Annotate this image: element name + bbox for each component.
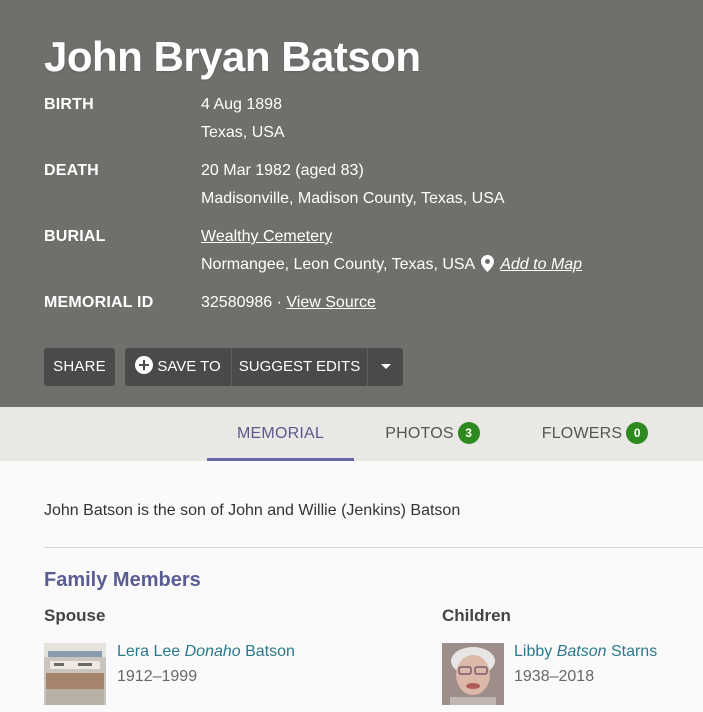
death-value: 20 Mar 1982 (aged 83) Madisonville, Madi… [201,157,505,213]
spouse-name-link[interactable]: Lera Lee Donaho Batson [117,643,295,661]
spouse-dates: 1912–1999 [117,668,198,685]
memorial-id-label: MEMORIAL ID [44,294,154,311]
child-name-link[interactable]: Libby Batson Starns [514,643,657,661]
photos-count-badge: 3 [457,422,480,444]
birth-place: Texas, USA [201,124,285,141]
cemetery-link[interactable]: Wealthy Cemetery [201,228,332,245]
tab-photos-label: PHOTOS [385,425,454,442]
tab-memorial[interactable]: MEMORIAL [207,407,354,461]
share-button[interactable]: SHARE [44,348,115,386]
burial-value: Wealthy Cemetery Normangee, Leon County,… [201,223,582,282]
death-date: 20 Mar 1982 (aged 83) [201,162,364,179]
view-source-link[interactable]: View Source [286,294,376,311]
flowers-count-badge: 0 [626,422,649,444]
memorial-header: John Bryan Batson BIRTH 4 Aug 1898 Texas… [0,0,703,407]
save-to-button[interactable]: SAVE TO [125,348,231,386]
birth-label: BIRTH [44,96,94,113]
child-maiden-name: Batson [556,643,607,660]
birth-value: 4 Aug 1898 Texas, USA [201,91,285,147]
child-last-name: Starns [606,643,658,660]
tab-memorial-label: MEMORIAL [237,425,324,442]
child-first-name: Libby [514,643,557,660]
spouse-maiden-name: Donaho [184,643,241,660]
death-place: Madisonville, Madison County, Texas, USA [201,190,505,207]
child-photo[interactable] [442,643,504,705]
tab-flowers[interactable]: FLOWERS 0 [530,407,660,461]
family-members-heading: Family Members [44,569,201,591]
bio-text: John Batson is the son of John and Willi… [44,502,461,519]
add-to-map-link[interactable]: Add to Map [500,256,582,273]
memorial-name: John Bryan Batson [44,33,421,80]
map-pin-icon [481,254,495,282]
burial-place: Normangee, Leon County, Texas, USA [201,256,476,273]
section-divider [44,547,703,548]
more-actions-dropdown[interactable] [367,348,403,386]
plus-circle-icon [135,356,154,374]
birth-date: 4 Aug 1898 [201,96,282,113]
memorial-tabs: MEMORIAL PHOTOS 3 FLOWERS 0 [0,407,703,461]
death-label: DEATH [44,162,99,179]
tab-photos[interactable]: PHOTOS 3 [375,407,490,461]
spouse-first-name: Lera Lee [117,643,185,660]
save-to-label: SAVE TO [157,358,221,375]
action-button-group: SAVE TO SUGGEST EDITS [125,348,403,386]
spouse-photo[interactable] [44,643,106,705]
suggest-edits-button[interactable]: SUGGEST EDITS [231,348,367,386]
burial-label: BURIAL [44,228,106,245]
tab-flowers-label: FLOWERS [541,425,623,442]
id-separator: · [272,294,287,311]
child-dates: 1938–2018 [514,668,595,685]
caret-down-icon [380,364,391,369]
children-heading: Children [442,606,511,625]
memorial-id-value: 32580986 · View Source [201,289,376,317]
memorial-id-number: 32580986 [201,294,273,311]
spouse-heading: Spouse [44,606,106,625]
spouse-last-name: Batson [240,643,295,660]
